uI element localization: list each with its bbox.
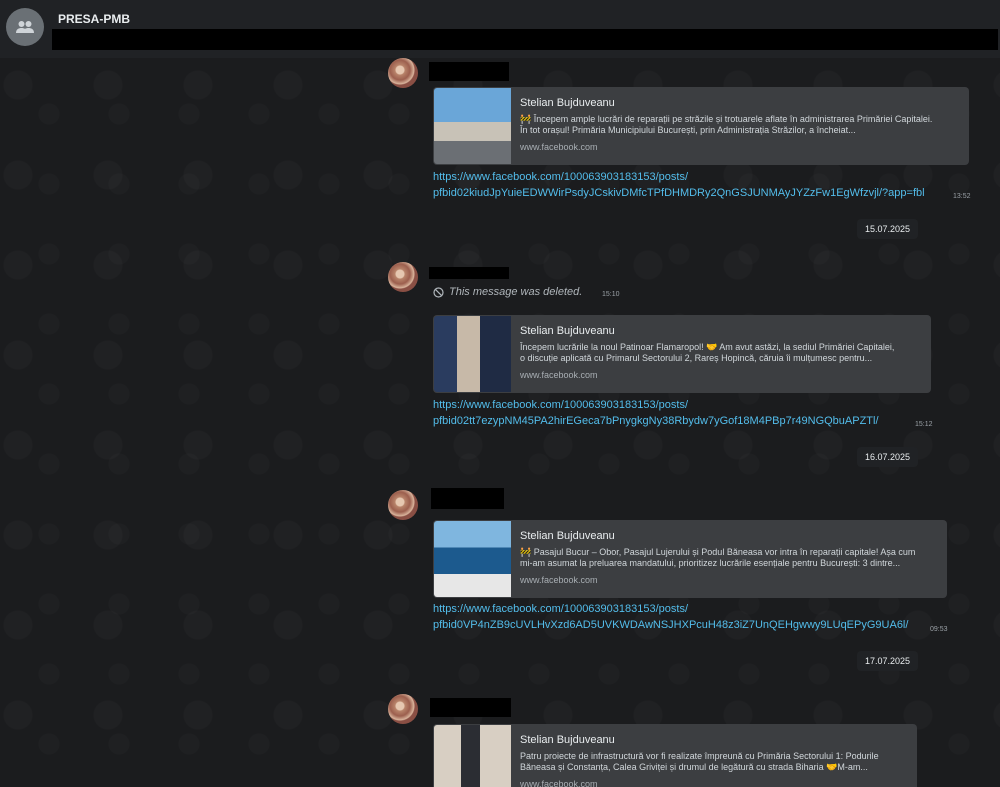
redacted-participants — [52, 29, 998, 50]
sender-avatar[interactable] — [388, 694, 418, 724]
preview-domain: www.facebook.com — [520, 370, 598, 380]
message-list[interactable]: Stelian Bujduveanu 🚧 Începem ample lucră… — [0, 58, 1000, 787]
preview-description: 🚧 Începem ample lucrări de reparații pe … — [520, 114, 933, 124]
redacted-sender-name — [430, 698, 511, 717]
redacted-sender-name — [429, 267, 509, 279]
link-preview[interactable]: Stelian Bujduveanu Patru proiecte de inf… — [433, 724, 917, 787]
preview-thumbnail — [434, 521, 511, 597]
group-icon — [16, 21, 34, 33]
preview-domain: www.facebook.com — [520, 575, 598, 585]
message-link[interactable]: https://www.facebook.com/100063903183153… — [433, 397, 688, 413]
group-avatar[interactable] — [6, 8, 44, 46]
preview-title: Stelian Bujduveanu — [520, 97, 615, 109]
message-link[interactable]: https://www.facebook.com/100063903183153… — [433, 601, 688, 617]
preview-description: În tot orașul! Primăria Municipiului Buc… — [520, 125, 856, 135]
message-time: 15:12 — [915, 421, 933, 428]
date-separator: 16.07.2025 — [857, 447, 919, 467]
blocked-icon — [433, 286, 444, 298]
deleted-message: This message was deleted. — [433, 286, 582, 298]
sender-avatar[interactable] — [388, 490, 418, 520]
message-link[interactable]: pfbid0VP4nZB9cUVLHvXzd6AD5UVKWDAwNSJHXPc… — [433, 617, 908, 633]
message-time: 09:53 — [930, 626, 948, 633]
message-time: 15:10 — [602, 291, 620, 298]
preview-title: Stelian Bujduveanu — [520, 734, 615, 746]
sender-avatar[interactable] — [388, 262, 418, 292]
preview-domain: www.facebook.com — [520, 142, 598, 152]
preview-description: 🚧 Pasajul Bucur – Obor, Pasajul Lujerulu… — [520, 547, 916, 557]
date-separator: 15.07.2025 — [857, 219, 919, 239]
preview-description: o discuție aplicată cu Primarul Sectorul… — [520, 353, 873, 363]
preview-title: Stelian Bujduveanu — [520, 530, 615, 542]
preview-thumbnail — [434, 316, 511, 392]
preview-description: mi-am asumat la preluarea mandatului, pr… — [520, 558, 901, 568]
message-time: 13:52 — [953, 193, 971, 200]
link-preview[interactable]: Stelian Bujduveanu 🚧 Începem ample lucră… — [433, 87, 969, 165]
preview-description: Începem lucrările la noul Patinoar Flama… — [520, 342, 895, 352]
link-preview[interactable]: Stelian Bujduveanu 🚧 Pasajul Bucur – Obo… — [433, 520, 947, 598]
message-link[interactable]: pfbid02kiudJpYuieEDWWirPsdyJCskivDMfcTPf… — [433, 185, 925, 201]
deleted-message-text: This message was deleted. — [449, 286, 583, 298]
message-link[interactable]: pfbid02tt7ezypNM45PA2hirEGeca7bPnygkgNy3… — [433, 413, 879, 429]
preview-thumbnail — [434, 88, 511, 164]
group-title: PRESA-PMB — [58, 12, 131, 26]
redacted-sender-name — [431, 488, 504, 509]
preview-description: Băneasa și Constanța, Calea Griviței și … — [520, 762, 868, 772]
chat-header[interactable]: PRESA-PMB — [0, 0, 1000, 58]
sender-avatar[interactable] — [388, 58, 418, 88]
redacted-sender-name — [429, 62, 509, 81]
date-separator: 17.07.2025 — [857, 651, 919, 671]
preview-description: Patru proiecte de infrastructură vor fi … — [520, 751, 879, 761]
preview-title: Stelian Bujduveanu — [520, 325, 615, 337]
preview-domain: www.facebook.com — [520, 779, 598, 787]
message-link[interactable]: https://www.facebook.com/100063903183153… — [433, 169, 688, 185]
preview-thumbnail — [434, 725, 511, 787]
link-preview[interactable]: Stelian Bujduveanu Începem lucrările la … — [433, 315, 931, 393]
